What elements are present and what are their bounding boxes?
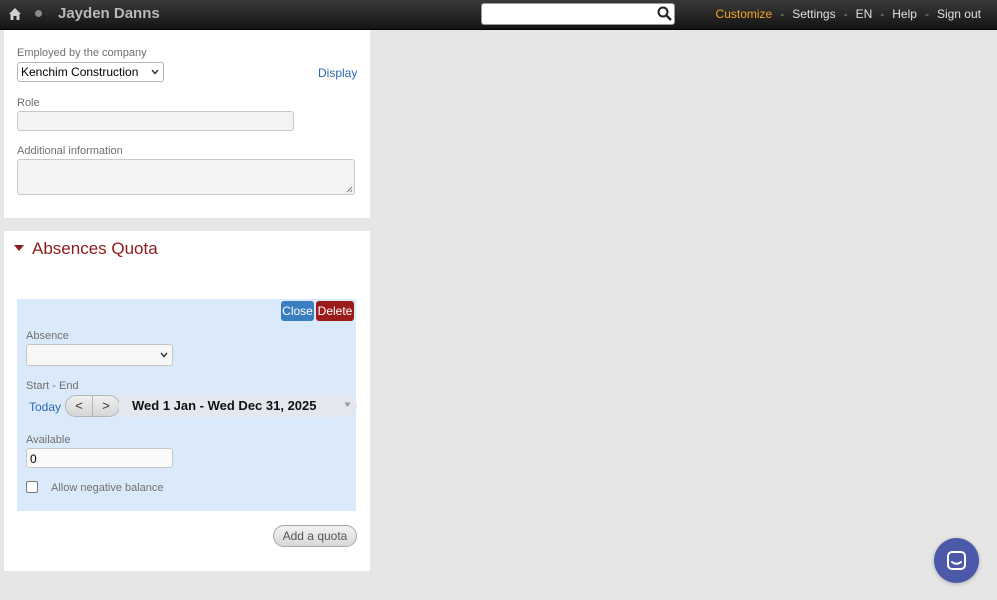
- caret-down-icon[interactable]: [14, 245, 24, 251]
- link-separator: -: [780, 7, 785, 21]
- top-links: Customize - Settings - EN - Help - Sign out: [716, 7, 981, 21]
- chat-icon: [947, 551, 966, 570]
- company-select-value: Kenchim Construction: [21, 65, 139, 79]
- chevron-down-icon: [151, 69, 159, 75]
- chat-launcher-button[interactable]: [934, 538, 979, 583]
- resize-handle-icon[interactable]: [346, 186, 353, 193]
- date-range-picker[interactable]: Wed 1 Jan - Wed Dec 31, 2025: [119, 395, 357, 417]
- absence-select[interactable]: [26, 344, 173, 366]
- absences-section-title[interactable]: Absences Quota: [32, 239, 158, 259]
- home-icon[interactable]: [8, 7, 22, 21]
- role-input[interactable]: [17, 111, 294, 131]
- company-select[interactable]: Kenchim Construction: [17, 62, 164, 82]
- breadcrumb-separator-icon: [35, 10, 42, 17]
- additional-info-textarea[interactable]: [17, 159, 355, 195]
- allow-negative-label: Allow negative balance: [51, 482, 164, 494]
- absences-panel: Absences Quota Close Delete Absence Star…: [4, 231, 370, 571]
- top-navigation-bar: Jayden Danns Customize - Settings - EN - Help -…: [0, 0, 997, 30]
- allow-negative-checkbox[interactable]: [26, 481, 38, 493]
- additional-info-label: Additional information: [17, 145, 123, 157]
- date-range-text: Wed 1 Jan - Wed Dec 31, 2025: [132, 398, 317, 413]
- search-icon[interactable]: [657, 6, 672, 21]
- help-link[interactable]: Help: [892, 7, 917, 21]
- chevron-down-icon: [160, 352, 168, 358]
- quota-form: Close Delete Absence Start - End Today <…: [17, 299, 357, 511]
- customize-link[interactable]: Customize: [716, 7, 773, 21]
- settings-link[interactable]: Settings: [792, 7, 835, 21]
- language-link[interactable]: EN: [856, 7, 873, 21]
- available-label: Available: [26, 434, 71, 446]
- user-name-title: Jayden Danns: [58, 5, 160, 22]
- date-nav-group: < >: [65, 395, 120, 417]
- employment-panel: Employed by the company Kenchim Construc…: [4, 30, 370, 218]
- display-link[interactable]: Display: [318, 66, 357, 80]
- role-label: Role: [17, 97, 40, 109]
- link-separator: -: [880, 7, 885, 21]
- add-quota-button[interactable]: Add a quota: [273, 525, 357, 547]
- link-separator: -: [843, 7, 848, 21]
- chevron-down-icon: [344, 402, 351, 407]
- previous-period-button[interactable]: <: [66, 398, 92, 413]
- available-input[interactable]: 0: [26, 448, 173, 468]
- today-link[interactable]: Today: [29, 400, 61, 414]
- sign-out-link[interactable]: Sign out: [937, 7, 981, 21]
- delete-button[interactable]: Delete: [316, 301, 354, 321]
- link-separator: -: [924, 7, 929, 21]
- absence-label: Absence: [26, 330, 69, 342]
- search-input[interactable]: [481, 3, 675, 25]
- close-button[interactable]: Close: [281, 301, 314, 321]
- next-period-button[interactable]: >: [93, 398, 119, 413]
- company-label: Employed by the company: [17, 47, 147, 59]
- start-end-label: Start - End: [26, 380, 79, 392]
